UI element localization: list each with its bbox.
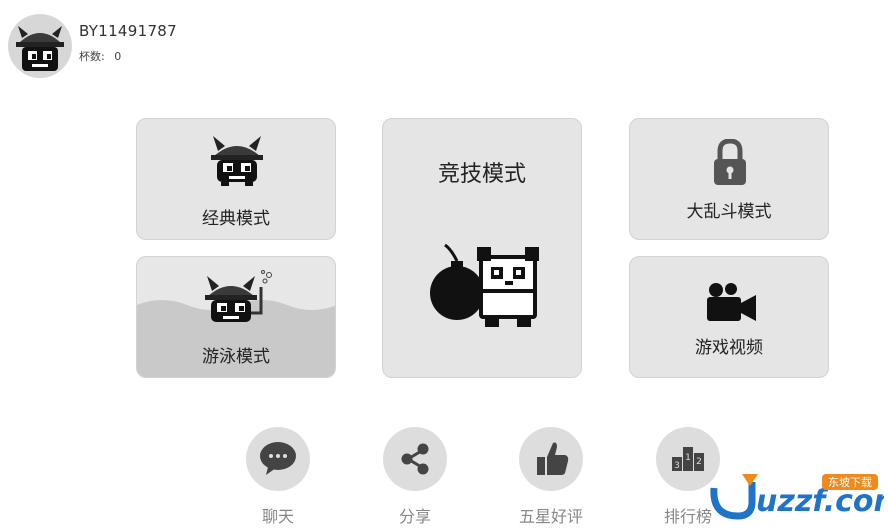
rate-button[interactable] [519, 427, 583, 491]
snorkel-blob-icon [205, 270, 272, 322]
panda-with-bomb-icon [430, 243, 539, 327]
podium-first: 1 [685, 453, 691, 463]
speech-bubble-icon [260, 442, 296, 475]
chat-label: 聊天 [261, 507, 294, 526]
cups-count: 杯数: 0 [79, 48, 121, 64]
podium-second: 2 [696, 457, 702, 467]
rate-label: 五星好评 [518, 507, 583, 526]
cups-value: 0 [114, 50, 122, 63]
lock-icon [714, 139, 746, 185]
video-camera-icon [707, 283, 756, 321]
player-avatar-icon [16, 26, 64, 71]
share-icon [401, 443, 429, 475]
podium-third: 3 [674, 461, 680, 471]
thumbs-up-icon [537, 442, 569, 475]
watermark-badge: 东坡下载 [828, 476, 872, 489]
swim-mode-button[interactable]: 游泳模式 [136, 256, 336, 378]
share-button[interactable] [383, 427, 447, 491]
user-id: BY11491787 [79, 22, 177, 40]
arena-mode-label: 竞技模式 [437, 162, 526, 187]
cups-label: 杯数: [79, 50, 105, 63]
chat-button[interactable] [246, 427, 310, 491]
arena-mode-button[interactable]: 竞技模式 [382, 118, 582, 378]
uzzf-watermark-logo: uzzf.com 东坡下载 [710, 474, 884, 520]
classic-mode-label: 经典模式 [202, 209, 270, 229]
share-label: 分享 [398, 507, 431, 526]
game-video-label: 游戏视频 [695, 338, 763, 358]
game-video-button[interactable]: 游戏视频 [629, 256, 829, 378]
brawl-mode-button[interactable]: 大乱斗模式 [629, 118, 829, 240]
classic-mode-button[interactable]: 经典模式 [136, 118, 336, 240]
horned-blob-icon [211, 136, 263, 186]
swim-mode-label: 游泳模式 [202, 347, 270, 367]
brawl-mode-label: 大乱斗模式 [686, 202, 772, 222]
avatar[interactable] [8, 14, 72, 78]
